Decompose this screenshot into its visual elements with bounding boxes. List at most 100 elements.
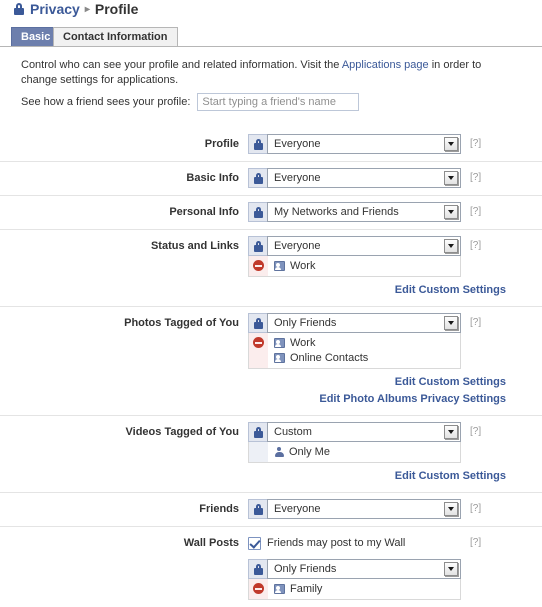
list-item[interactable]: Family (274, 581, 460, 596)
help-link-status-and-links[interactable]: [?] (461, 236, 491, 256)
audience-select-photos-tagged-of-you[interactable]: Only Friends (267, 313, 461, 333)
chevron-down-icon[interactable] (444, 205, 458, 219)
audience-value-videos-tagged-of-you: Custom (274, 426, 312, 438)
help-link-friends[interactable]: [?] (461, 499, 491, 519)
chevron-down-icon[interactable] (444, 425, 458, 439)
setting-label-videos-tagged-of-you: Videos Tagged of You (125, 426, 239, 438)
list-item[interactable]: Only Me (274, 444, 460, 459)
help-link-profile[interactable]: [?] (461, 134, 491, 154)
intro-text: Control who can see your profile and rel… (21, 58, 516, 88)
breadcrumb: Privacy ▸ Profile (14, 0, 138, 20)
help-link-videos-tagged-of-you[interactable]: [?] (461, 422, 491, 442)
network-group-icon (274, 352, 285, 363)
audience-select-personal-info[interactable]: My Networks and Friends (267, 202, 461, 222)
lock-icon (248, 499, 267, 519)
help-link-basic-info[interactable]: [?] (461, 168, 491, 188)
network-group-icon (274, 583, 285, 594)
breadcrumb-separator-icon: ▸ (84, 3, 90, 15)
friend-search-input[interactable] (197, 93, 360, 111)
inclusion-name: Only Me (289, 445, 330, 458)
help-link-wall-posts[interactable]: [?] (461, 533, 491, 553)
exclusion-list-status-and-links: Work (248, 256, 461, 277)
friend-preview-label: See how a friend sees your profile: (21, 96, 191, 108)
deny-icon (249, 333, 268, 368)
chevron-down-icon[interactable] (444, 171, 458, 185)
chevron-down-icon[interactable] (444, 502, 458, 516)
setting-row-basic-info: Basic Info Everyone [?] (0, 168, 542, 188)
group-links-videos-tagged-of-you: Edit Custom Settings (0, 463, 542, 485)
list-item[interactable]: Online Contacts (274, 350, 460, 365)
lock-icon (14, 3, 24, 15)
setting-group-photos-tagged-of-you: Photos Tagged of You Only Friends Work O… (0, 306, 542, 415)
applications-page-link[interactable]: Applications page (342, 59, 429, 71)
exclusion-list-wall-posts: Family (248, 579, 461, 600)
deny-icon (249, 256, 268, 276)
inclusion-list-videos-tagged-of-you: Only Me (248, 442, 461, 463)
setting-row-photos-tagged-of-you: Photos Tagged of You Only Friends Work O… (0, 313, 542, 369)
audience-value-basic-info: Everyone (274, 172, 321, 184)
list-item[interactable]: Work (274, 258, 460, 273)
tab-bar: Basic Contact Information (0, 27, 542, 47)
lock-icon (248, 236, 267, 256)
audience-select-wall-posts[interactable]: Only Friends (267, 559, 461, 579)
wall-posts-checkbox-row: Friends may post to my Wall (248, 533, 461, 553)
setting-label-personal-info: Personal Info (169, 206, 239, 218)
exclusion-name: Work (290, 259, 316, 272)
lock-icon (248, 202, 267, 222)
setting-label-status-and-links: Status and Links (150, 240, 239, 252)
setting-group-videos-tagged-of-you: Videos Tagged of You Custom Only Me [?] … (0, 415, 542, 492)
breadcrumb-link-privacy[interactable]: Privacy (30, 1, 80, 17)
chevron-down-icon[interactable] (444, 562, 458, 576)
deny-icon (249, 579, 268, 599)
audience-select-basic-info[interactable]: Everyone (267, 168, 461, 188)
intro-text-before: Control who can see your profile and rel… (21, 59, 342, 71)
setting-row-friends: Friends Everyone [?] (0, 499, 542, 519)
inclusion-marker (249, 442, 268, 462)
setting-group-basic-info: Basic Info Everyone [?] (0, 161, 542, 195)
lock-icon (248, 134, 267, 154)
setting-row-profile: Profile Everyone [?] (0, 134, 542, 154)
edit-custom-settings-link[interactable]: Edit Custom Settings (0, 282, 506, 299)
privacy-settings-list: Profile Everyone [?] Basic Info Everyone… (0, 128, 542, 607)
edit-custom-settings-link[interactable]: Edit Custom Settings (0, 468, 506, 485)
chevron-down-icon[interactable] (444, 239, 458, 253)
setting-row-videos-tagged-of-you: Videos Tagged of You Custom Only Me [?] (0, 422, 542, 463)
audience-value-photos-tagged-of-you: Only Friends (274, 317, 337, 329)
edit-photo-albums-privacy-settings-link[interactable]: Edit Photo Albums Privacy Settings (0, 391, 506, 408)
exclusion-name: Work (290, 336, 316, 349)
lock-icon (248, 168, 267, 188)
lock-icon (248, 422, 267, 442)
setting-group-wall-posts: Wall Posts Friends may post to my Wall O… (0, 526, 542, 607)
exclusion-name: Family (290, 582, 323, 595)
person-icon (274, 446, 284, 457)
audience-select-videos-tagged-of-you[interactable]: Custom (267, 422, 461, 442)
audience-select-friends[interactable]: Everyone (267, 499, 461, 519)
help-link-photos-tagged-of-you[interactable]: [?] (461, 313, 491, 333)
chevron-down-icon[interactable] (444, 137, 458, 151)
setting-label-wall-posts: Wall Posts (183, 537, 239, 549)
edit-custom-settings-link[interactable]: Edit Custom Settings (0, 374, 506, 391)
friend-preview-row: See how a friend sees your profile: (21, 93, 360, 111)
network-group-icon (274, 337, 285, 348)
tab-contact-information[interactable]: Contact Information (53, 27, 178, 46)
friends-may-post-checkbox[interactable] (248, 536, 261, 550)
exclusion-list-photos-tagged-of-you: Work Online Contacts (248, 333, 461, 369)
setting-label-basic-info: Basic Info (186, 172, 239, 184)
group-links-status-and-links: Edit Custom Settings (0, 277, 542, 299)
list-item[interactable]: Work (274, 335, 460, 350)
setting-label-friends: Friends (199, 503, 239, 515)
help-link-personal-info[interactable]: [?] (461, 202, 491, 222)
setting-row-personal-info: Personal Info My Networks and Friends [?… (0, 202, 542, 222)
audience-value-friends: Everyone (274, 503, 321, 515)
setting-group-personal-info: Personal Info My Networks and Friends [?… (0, 195, 542, 229)
exclusion-name: Online Contacts (290, 351, 369, 364)
setting-label-profile: Profile (204, 138, 239, 150)
audience-select-profile[interactable]: Everyone (267, 134, 461, 154)
audience-select-status-and-links[interactable]: Everyone (267, 236, 461, 256)
friends-may-post-label: Friends may post to my Wall (267, 537, 406, 549)
audience-value-wall-posts: Only Friends (274, 563, 337, 575)
network-group-icon (274, 260, 285, 271)
audience-value-personal-info: My Networks and Friends (274, 206, 399, 218)
setting-row-status-and-links: Status and Links Everyone Work [?] (0, 236, 542, 277)
chevron-down-icon[interactable] (444, 316, 458, 330)
